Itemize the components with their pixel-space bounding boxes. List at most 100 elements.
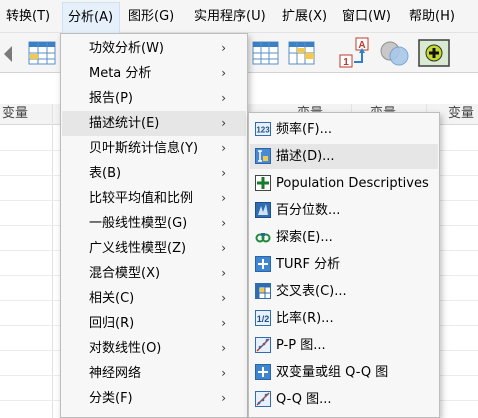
- submenu-arrow-icon: ›: [221, 266, 226, 280]
- menu-item-label: 比率(R)...: [276, 311, 334, 326]
- submenu-arrow-icon: ›: [221, 166, 226, 180]
- qq-plot-icon: [255, 391, 271, 407]
- descriptives-icon: [255, 148, 271, 164]
- menu-item-population-descriptives[interactable]: Population Descriptives: [250, 171, 438, 196]
- split-file-icon[interactable]: [252, 39, 280, 67]
- submenu-arrow-icon: ›: [221, 341, 226, 355]
- menu-item-label: 描述(D)...: [276, 149, 335, 164]
- menu-item-label: 相关(C): [89, 291, 135, 306]
- menu-item-label: TURF 分析: [276, 257, 341, 272]
- submenu-arrow-icon: ›: [221, 316, 226, 330]
- bivariate-qq-icon: [255, 364, 271, 380]
- menu-item-label: 描述统计(E): [89, 116, 160, 131]
- menu-item-label: 贝叶斯统计信息(Y): [89, 141, 199, 156]
- menu-item-tables[interactable]: 表(B) ›: [62, 161, 246, 186]
- menu-item-percentiles[interactable]: 百分位数...: [250, 198, 438, 223]
- menu-item-general-linear-model[interactable]: 一般线性模型(G) ›: [62, 211, 246, 236]
- menu-item-label: 报告(P): [89, 91, 133, 106]
- menu-item-label: Meta 分析: [89, 66, 152, 81]
- menu-utilities[interactable]: 实用程序(U): [194, 9, 266, 25]
- value-labels-icon[interactable]: A 1: [338, 36, 374, 70]
- population-descriptives-icon: [255, 175, 271, 191]
- menu-item-turf[interactable]: TURF 分析: [250, 252, 438, 277]
- menu-item-frequencies[interactable]: 123 频率(F)...: [250, 117, 438, 142]
- menu-item-label: 混合模型(X): [89, 266, 161, 281]
- menu-item-label: P-P 图...: [276, 338, 326, 353]
- explore-icon: [255, 233, 271, 243]
- menu-graphs[interactable]: 图形(G): [128, 9, 174, 25]
- submenu-arrow-icon: ›: [221, 66, 226, 80]
- submenu-arrow-icon: ›: [221, 241, 226, 255]
- submenu-arrow-icon: ›: [221, 391, 226, 405]
- menu-item-regression[interactable]: 回归(R) ›: [62, 311, 246, 336]
- menu-item-label: 一般线性模型(G): [89, 216, 188, 231]
- menu-item-power-analysis[interactable]: 功效分析(W) ›: [62, 36, 246, 61]
- frequencies-icon: 123: [255, 122, 271, 136]
- submenu-arrow-icon: ›: [221, 41, 226, 55]
- add-icon[interactable]: [418, 39, 450, 67]
- goto-case-icon[interactable]: [28, 39, 58, 67]
- menu-item-generalized-linear-models[interactable]: 广义线性模型(Z) ›: [62, 236, 246, 261]
- column-header[interactable]: 变量: [448, 104, 478, 125]
- menu-item-crosstabs[interactable]: 交叉表(C)...: [250, 279, 438, 304]
- menu-item-label: 频率(F)...: [276, 122, 333, 137]
- descriptive-statistics-submenu: 123 频率(F)... 描述(D)... Population Descrip…: [248, 112, 440, 418]
- menu-item-label: 交叉表(C)...: [276, 284, 347, 299]
- turf-icon: [255, 256, 271, 272]
- menu-analyze[interactable]: 分析(A): [62, 2, 121, 33]
- menu-item-neural-networks[interactable]: 神经网络 ›: [62, 361, 246, 386]
- menu-item-mixed-models[interactable]: 混合模型(X) ›: [62, 261, 246, 286]
- menu-item-loglinear[interactable]: 对数线性(O) ›: [62, 336, 246, 361]
- menu-item-pp-plots[interactable]: P-P 图...: [250, 333, 438, 358]
- menu-item-label: 功效分析(W): [89, 41, 164, 56]
- menu-item-label: 表(B): [89, 166, 122, 181]
- submenu-arrow-icon: ›: [221, 216, 226, 230]
- submenu-arrow-icon: ›: [221, 366, 226, 380]
- menu-item-label: 对数线性(O): [89, 341, 162, 356]
- menu-item-descriptives[interactable]: 描述(D)...: [250, 144, 438, 169]
- submenu-arrow-icon: ›: [221, 141, 226, 155]
- analyze-menu: 功效分析(W) › Meta 分析 › 报告(P) › 描述统计(E) › 贝叶斯统计信…: [60, 33, 248, 418]
- ratio-icon: 1/2: [255, 310, 271, 326]
- submenu-arrow-icon: ›: [221, 116, 226, 130]
- svg-text:1: 1: [343, 57, 349, 68]
- menu-window[interactable]: 窗口(W): [342, 9, 391, 25]
- percentiles-icon: [255, 202, 271, 218]
- menu-item-bivariate-qq-plot[interactable]: 双变量或组 Q-Q 图: [250, 360, 438, 385]
- menu-item-reports[interactable]: 报告(P) ›: [62, 86, 246, 111]
- menu-item-compare-means[interactable]: 比较平均值和比例 ›: [62, 186, 246, 211]
- menu-item-descriptive-statistics[interactable]: 描述统计(E) ›: [62, 111, 246, 136]
- submenu-arrow-icon: ›: [221, 191, 226, 205]
- menu-item-label: 广义线性模型(Z): [89, 241, 187, 256]
- menu-item-explore[interactable]: 探索(E)...: [250, 225, 438, 250]
- menu-item-label: 分类(F): [89, 391, 133, 406]
- svg-text:1/2: 1/2: [257, 314, 270, 324]
- menu-help[interactable]: 帮助(H): [409, 9, 455, 25]
- menu-item-label: 百分位数...: [276, 203, 341, 218]
- menu-item-label: Q-Q 图...: [276, 392, 332, 407]
- menu-bar: 转换(T) 分析(A) 图形(G) 实用程序(U) 扩展(X) 窗口(W) 帮助…: [0, 0, 478, 33]
- menu-item-qq-plots[interactable]: Q-Q 图...: [250, 387, 438, 412]
- back-arrow-icon[interactable]: [2, 45, 14, 63]
- menu-extensions[interactable]: 扩展(X): [282, 9, 327, 25]
- menu-item-label: 神经网络: [89, 366, 142, 381]
- menu-item-label: Population Descriptives: [276, 176, 429, 191]
- select-cases-icon[interactable]: [288, 39, 316, 67]
- menu-item-label: 双变量或组 Q-Q 图: [276, 365, 389, 380]
- menu-item-correlate[interactable]: 相关(C) ›: [62, 286, 246, 311]
- submenu-arrow-icon: ›: [221, 291, 226, 305]
- column-header[interactable]: 变量: [0, 104, 50, 125]
- use-variable-sets-icon[interactable]: [378, 38, 412, 68]
- menu-item-label: 回归(R): [89, 316, 135, 331]
- grid-line: [52, 104, 53, 418]
- menu-item-bayesian-statistics[interactable]: 贝叶斯统计信息(Y) ›: [62, 136, 246, 161]
- menu-item-classify[interactable]: 分类(F) ›: [62, 386, 246, 411]
- submenu-arrow-icon: ›: [221, 91, 226, 105]
- menu-transform[interactable]: 转换(T): [6, 9, 50, 25]
- pp-plot-icon: [255, 337, 271, 353]
- menu-item-meta-analysis[interactable]: Meta 分析 ›: [62, 61, 246, 86]
- menu-item-label: 比较平均值和比例: [89, 191, 194, 206]
- menu-item-label: 探索(E)...: [276, 230, 333, 245]
- menu-item-ratio[interactable]: 1/2 比率(R)...: [250, 306, 438, 331]
- crosstabs-icon: [255, 283, 271, 299]
